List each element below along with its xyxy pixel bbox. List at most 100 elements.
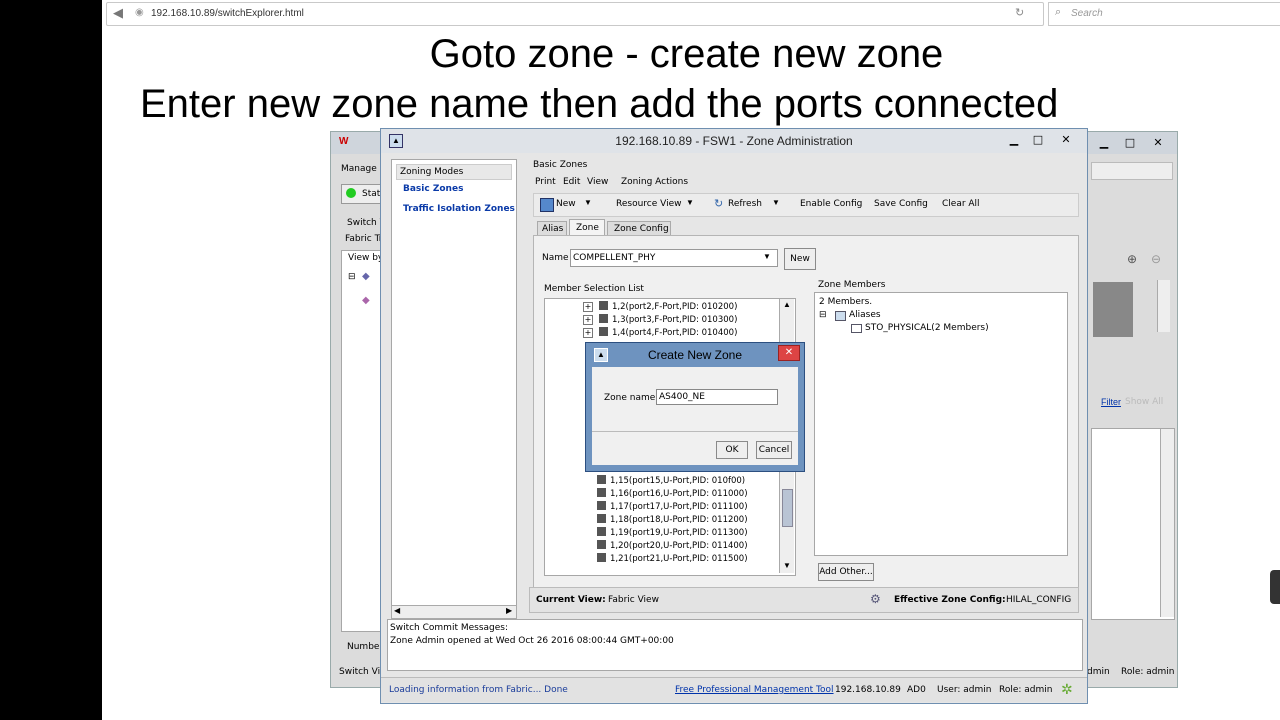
mode-basic-zones[interactable]: Basic Zones	[403, 184, 463, 194]
collapse-icon[interactable]: ⊟	[819, 309, 827, 320]
toolbar-refresh[interactable]: Refresh	[728, 199, 762, 209]
dialog-close-icon[interactable]: ✕	[778, 345, 800, 361]
bg-scrollbar-1[interactable]	[1157, 280, 1170, 332]
status-ad: AD0	[907, 685, 926, 695]
zone-name-select[interactable]: COMPELLENT_PHY ▼	[570, 249, 778, 267]
minimize-icon[interactable]: ▁	[1001, 132, 1027, 148]
number-label: Number	[347, 642, 384, 652]
maximize-icon[interactable]: □	[1025, 132, 1051, 148]
url-text[interactable]: 192.168.10.89/switchExplorer.html	[151, 8, 304, 19]
alias-entry[interactable]: STO_PHYSICAL(2 Members)	[865, 323, 989, 333]
list-item[interactable]: 1,21(port21,U-Port,PID: 011500)	[597, 553, 748, 566]
left-black-margin	[0, 0, 102, 720]
switch-view-tab-2[interactable]: Switch Vi	[339, 667, 380, 677]
dialog-title: Create New Zone	[647, 348, 743, 362]
menu-zoning-actions[interactable]: Zoning Actions	[621, 177, 688, 187]
zoom-out-icon[interactable]: ⊖	[1151, 252, 1161, 266]
search-icon: ⌕	[1055, 6, 1062, 18]
view-by-label: View by	[348, 253, 384, 263]
aliases-node[interactable]: Aliases	[849, 310, 881, 320]
cancel-button[interactable]: Cancel	[756, 441, 792, 459]
scroll-up-icon[interactable]: ▲	[783, 300, 791, 309]
dialog-body: Zone name AS400_NE OK Cancel	[592, 367, 798, 465]
port-icon	[597, 553, 606, 562]
manage-menu[interactable]: Manage	[341, 164, 377, 174]
status-button[interactable]: Stat	[341, 184, 383, 204]
close-icon[interactable]: ✕	[1053, 132, 1079, 148]
expand-icon[interactable]: +	[583, 302, 593, 312]
status-ip: 192.168.10.89	[835, 685, 901, 695]
menu-bar: Print Edit View Zoning Actions	[529, 175, 1081, 191]
scroll-thumb[interactable]	[782, 489, 793, 527]
globe-icon: ◉	[135, 7, 144, 18]
port-icon	[597, 488, 606, 497]
port-icon	[597, 501, 606, 510]
list-item[interactable]: 1,17(port17,U-Port,PID: 011100)	[597, 501, 748, 514]
filter-link[interactable]: Filter	[1101, 397, 1121, 407]
address-bar[interactable]: ◀ ◉ 192.168.10.89/switchExplorer.html ↻	[106, 2, 1044, 26]
status-role: Role: admin	[999, 685, 1053, 695]
menu-edit[interactable]: Edit	[563, 177, 580, 187]
reload-icon[interactable]: ↻	[1015, 6, 1024, 19]
toolbar-enable-config[interactable]: Enable Config	[800, 199, 862, 209]
ok-button[interactable]: OK	[716, 441, 748, 459]
new-zone-button[interactable]: New	[784, 248, 816, 270]
minimize-icon[interactable]: ▁	[1091, 135, 1117, 151]
zone-name-label: Zone name	[604, 393, 656, 403]
tree-expand-icon[interactable]: ⊟	[348, 271, 356, 282]
list-item[interactable]: +1,2(port2,F-Port,PID: 010200)	[583, 301, 737, 314]
tab-zone-config-label: Zone Config	[614, 224, 669, 234]
browser-search-box[interactable]: ⌕ Search	[1048, 2, 1280, 26]
bg-right-strip	[1091, 162, 1173, 180]
maximize-icon[interactable]: □	[1117, 135, 1143, 151]
list-item[interactable]: 1,16(port16,U-Port,PID: 011000)	[597, 488, 748, 501]
tab-zone[interactable]: Zone	[569, 219, 605, 236]
close-icon[interactable]: ✕	[1145, 135, 1171, 151]
management-tool-link[interactable]: Free Professional Management Tool	[675, 685, 834, 695]
toolbar-save-config[interactable]: Save Config	[874, 199, 928, 209]
toolbar-clear-all[interactable]: Clear All	[942, 199, 980, 209]
menu-view[interactable]: View	[587, 177, 608, 187]
expand-icon[interactable]: +	[583, 328, 593, 338]
bg-role-label: Role: admin	[1121, 667, 1175, 677]
port-icon	[597, 514, 606, 523]
list-item[interactable]: 1,15(port15,U-Port,PID: 010f00)	[597, 475, 745, 488]
status-user: User: admin	[937, 685, 992, 695]
mode-traffic-isolation-zones[interactable]: Traffic Isolation Zones	[403, 204, 515, 214]
menu-print[interactable]: Print	[535, 177, 556, 187]
scroll-right-icon[interactable]: ▶	[506, 606, 512, 615]
scroll-down-icon[interactable]: ▼	[783, 561, 791, 570]
toolbar-resource-view[interactable]: Resource View	[616, 199, 682, 209]
list-item[interactable]: 1,19(port19,U-Port,PID: 011300)	[597, 527, 748, 540]
add-other-button[interactable]: Add Other...	[818, 563, 874, 581]
switch-image	[1093, 282, 1133, 337]
new-dropdown-icon[interactable]: ▼	[584, 198, 592, 207]
chevron-down-icon[interactable]: ▼	[763, 252, 771, 261]
modes-hscrollbar[interactable]: ◀ ▶	[391, 605, 517, 619]
create-zone-dialog: ▲ Create New Zone ✕ Zone name AS400_NE O…	[585, 342, 805, 472]
caption-line-2: Enter new zone name then add the ports c…	[140, 82, 1059, 126]
effective-config-label: Effective Zone Config:	[894, 595, 1006, 605]
scroll-left-icon[interactable]: ◀	[394, 606, 400, 615]
list-item-label: 1,21(port21,U-Port,PID: 011500)	[610, 554, 748, 564]
back-arrow-icon[interactable]: ◀	[113, 5, 123, 21]
tab-zone-label: Zone	[576, 223, 599, 233]
side-scroll-handle[interactable]	[1270, 570, 1280, 604]
list-item[interactable]: 1,18(port18,U-Port,PID: 011200)	[597, 514, 748, 527]
list-item[interactable]: +1,3(port3,F-Port,PID: 010300)	[583, 314, 737, 327]
zone-name-input[interactable]: AS400_NE	[656, 389, 778, 405]
list-item[interactable]: 1,20(port20,U-Port,PID: 011400)	[597, 540, 748, 553]
resource-view-dropdown-icon[interactable]: ▼	[686, 198, 694, 207]
list-item-label: 1,2(port2,F-Port,PID: 010200)	[612, 302, 738, 312]
refresh-dropdown-icon[interactable]: ▼	[772, 198, 780, 207]
search-placeholder: Search	[1071, 8, 1103, 19]
show-all-link[interactable]: Show All	[1125, 397, 1163, 407]
expand-icon[interactable]: +	[583, 315, 593, 325]
switch-icon: ◆	[362, 295, 370, 306]
list-item-label: 1,15(port15,U-Port,PID: 010f00)	[610, 476, 746, 486]
list-item-label: 1,19(port19,U-Port,PID: 011300)	[610, 528, 748, 538]
zoom-in-icon[interactable]: ⊕	[1127, 252, 1137, 266]
list-item[interactable]: +1,4(port4,F-Port,PID: 010400)	[583, 327, 737, 340]
bg-scrollbar-2[interactable]	[1160, 429, 1174, 617]
toolbar-new-button[interactable]: New	[556, 199, 576, 209]
